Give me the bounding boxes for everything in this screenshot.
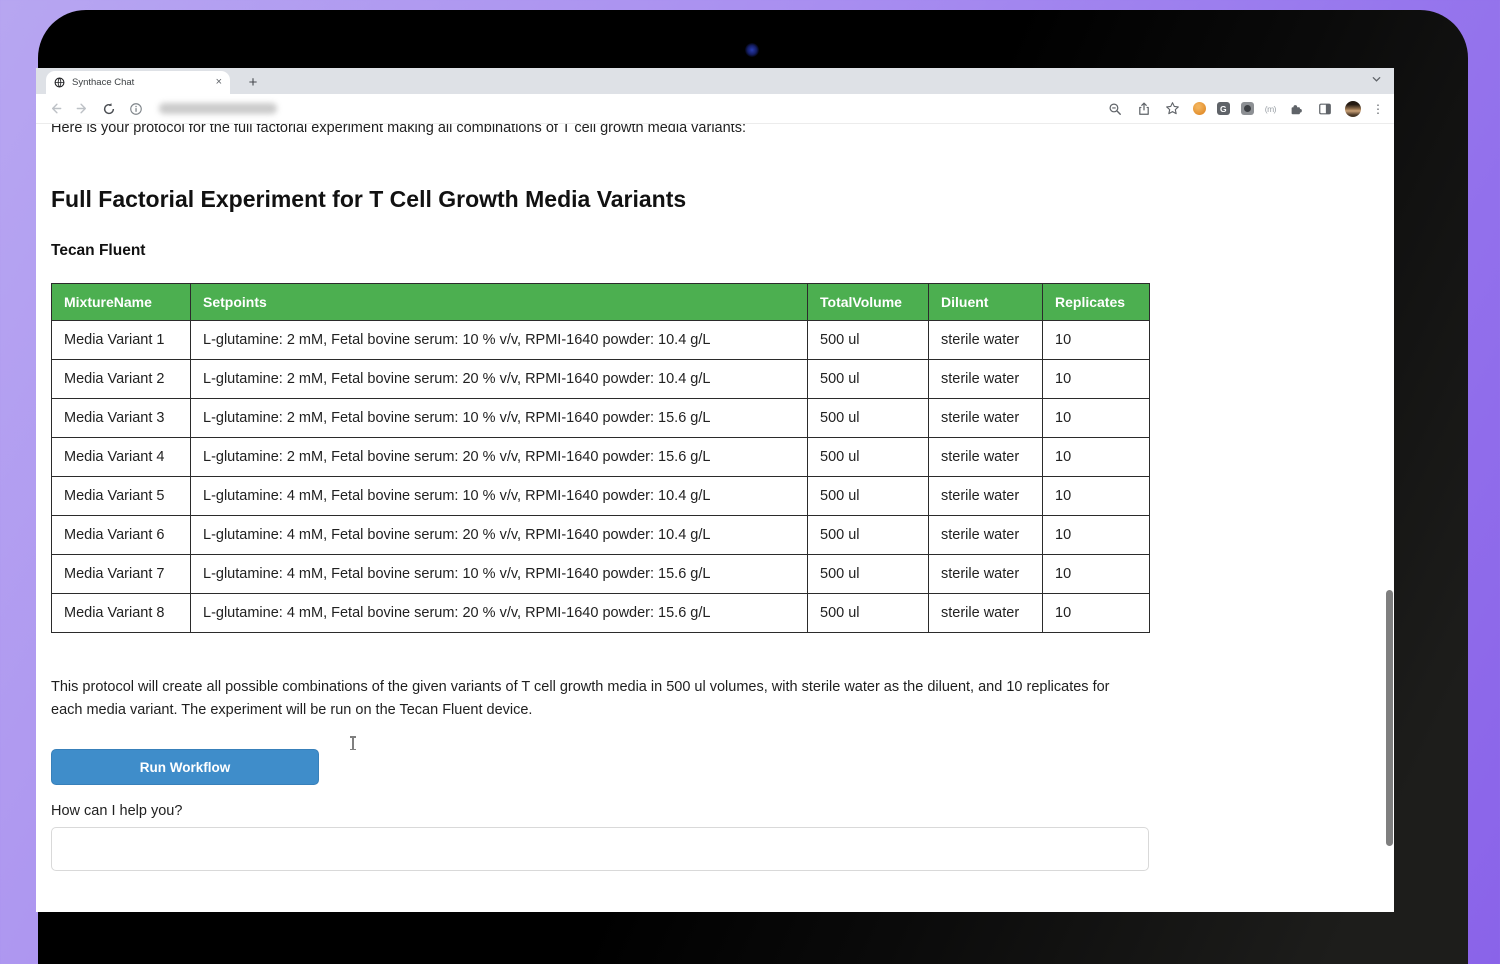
table-row: Media Variant 1 L-glutamine: 2 mM, Fetal… <box>52 321 1150 360</box>
cell-mixturename: Media Variant 8 <box>52 594 191 633</box>
cell-mixturename: Media Variant 4 <box>52 438 191 477</box>
bookmark-star-icon[interactable] <box>1164 100 1182 118</box>
table-header-row: MixtureName Setpoints TotalVolume Diluen… <box>52 284 1150 321</box>
extension-camera-icon[interactable] <box>1241 102 1254 115</box>
cell-mixturename: Media Variant 6 <box>52 516 191 555</box>
cell-replicates: 10 <box>1043 516 1150 555</box>
cell-totalvolume: 500 ul <box>808 438 929 477</box>
col-header-mixturename: MixtureName <box>52 284 191 321</box>
cell-mixturename: Media Variant 1 <box>52 321 191 360</box>
protocol-table: MixtureName Setpoints TotalVolume Diluen… <box>51 283 1150 633</box>
cell-diluent: sterile water <box>929 321 1043 360</box>
chevron-down-icon[interactable] <box>1371 74 1382 85</box>
cell-totalvolume: 500 ul <box>808 555 929 594</box>
extension-orange-icon[interactable] <box>1193 102 1206 115</box>
cell-setpoints: L-glutamine: 2 mM, Fetal bovine serum: 1… <box>191 399 808 438</box>
cell-setpoints: L-glutamine: 4 mM, Fetal bovine serum: 1… <box>191 555 808 594</box>
run-workflow-button[interactable]: Run Workflow <box>51 749 319 785</box>
assistant-intro-text: Here is your protocol for the full facto… <box>51 124 1379 138</box>
device-subtitle: Tecan Fluent <box>51 241 1379 260</box>
extensions-puzzle-icon[interactable] <box>1287 100 1305 118</box>
table-row: Media Variant 2 L-glutamine: 2 mM, Fetal… <box>52 360 1150 399</box>
cell-mixturename: Media Variant 2 <box>52 360 191 399</box>
table-row: Media Variant 8 L-glutamine: 4 mM, Fetal… <box>52 594 1150 633</box>
site-info-icon[interactable] <box>127 100 145 118</box>
browser-window: Synthace Chat × + <box>36 68 1394 912</box>
reload-icon[interactable] <box>100 100 118 118</box>
table-row: Media Variant 3 L-glutamine: 2 mM, Fetal… <box>52 399 1150 438</box>
cell-replicates: 10 <box>1043 477 1150 516</box>
extension-g-icon[interactable]: G <box>1217 102 1230 115</box>
cell-diluent: sterile water <box>929 594 1043 633</box>
side-panel-icon[interactable] <box>1316 100 1334 118</box>
tab-title: Synthace Chat <box>72 77 209 88</box>
cell-diluent: sterile water <box>929 360 1043 399</box>
cell-totalvolume: 500 ul <box>808 594 929 633</box>
chat-input[interactable] <box>51 827 1149 871</box>
cell-setpoints: L-glutamine: 4 mM, Fetal bovine serum: 2… <box>191 594 808 633</box>
table-row: Media Variant 5 L-glutamine: 4 mM, Fetal… <box>52 477 1150 516</box>
scrollbar-thumb[interactable] <box>1386 590 1393 846</box>
cell-totalvolume: 500 ul <box>808 360 929 399</box>
text-cursor <box>348 736 357 750</box>
tab-synthace-chat[interactable]: Synthace Chat × <box>46 71 230 94</box>
page-title: Full Factorial Experiment for T Cell Gro… <box>51 185 1379 213</box>
webcam-dot <box>745 43 759 57</box>
cell-setpoints: L-glutamine: 4 mM, Fetal bovine serum: 1… <box>191 477 808 516</box>
cell-mixturename: Media Variant 7 <box>52 555 191 594</box>
cell-replicates: 10 <box>1043 321 1150 360</box>
extension-m-icon[interactable]: (m) <box>1265 104 1276 114</box>
forward-icon[interactable] <box>73 100 91 118</box>
cell-setpoints: L-glutamine: 2 mM, Fetal bovine serum: 1… <box>191 321 808 360</box>
cell-diluent: sterile water <box>929 399 1043 438</box>
cell-totalvolume: 500 ul <box>808 399 929 438</box>
col-header-totalvolume: TotalVolume <box>808 284 929 321</box>
profile-avatar[interactable] <box>1345 101 1361 117</box>
address-bar-blurred-url[interactable] <box>159 103 277 114</box>
cell-mixturename: Media Variant 3 <box>52 399 191 438</box>
tab-strip: Synthace Chat × + <box>36 68 1394 94</box>
cell-setpoints: L-glutamine: 2 mM, Fetal bovine serum: 2… <box>191 438 808 477</box>
tab-close-icon[interactable]: × <box>216 77 222 88</box>
browser-menu-icon[interactable]: ⋮ <box>1372 103 1384 115</box>
cell-totalvolume: 500 ul <box>808 321 929 360</box>
table-row: Media Variant 7 L-glutamine: 4 mM, Fetal… <box>52 555 1150 594</box>
cell-setpoints: L-glutamine: 2 mM, Fetal bovine serum: 2… <box>191 360 808 399</box>
protocol-summary-text: This protocol will create all possible c… <box>51 676 1131 722</box>
cell-diluent: sterile water <box>929 438 1043 477</box>
cell-setpoints: L-glutamine: 4 mM, Fetal bovine serum: 2… <box>191 516 808 555</box>
share-icon[interactable] <box>1135 100 1153 118</box>
cell-totalvolume: 500 ul <box>808 477 929 516</box>
cell-diluent: sterile water <box>929 555 1043 594</box>
chat-page: Here is your protocol for the full facto… <box>36 124 1394 912</box>
back-icon[interactable] <box>46 100 64 118</box>
col-header-diluent: Diluent <box>929 284 1043 321</box>
cell-diluent: sterile water <box>929 516 1043 555</box>
table-row: Media Variant 4 L-glutamine: 2 mM, Fetal… <box>52 438 1150 477</box>
cell-replicates: 10 <box>1043 594 1150 633</box>
zoom-icon[interactable] <box>1106 100 1124 118</box>
col-header-setpoints: Setpoints <box>191 284 808 321</box>
new-tab-icon[interactable]: + <box>242 71 264 93</box>
col-header-replicates: Replicates <box>1043 284 1150 321</box>
cell-replicates: 10 <box>1043 399 1150 438</box>
cell-replicates: 10 <box>1043 360 1150 399</box>
cell-replicates: 10 <box>1043 438 1150 477</box>
browser-toolbar: G (m) ⋮ <box>36 94 1394 124</box>
globe-favicon-icon <box>54 77 65 88</box>
chat-prompt-label: How can I help you? <box>51 802 1379 820</box>
cell-totalvolume: 500 ul <box>808 516 929 555</box>
cell-diluent: sterile water <box>929 477 1043 516</box>
cell-replicates: 10 <box>1043 555 1150 594</box>
cell-mixturename: Media Variant 5 <box>52 477 191 516</box>
table-row: Media Variant 6 L-glutamine: 4 mM, Fetal… <box>52 516 1150 555</box>
